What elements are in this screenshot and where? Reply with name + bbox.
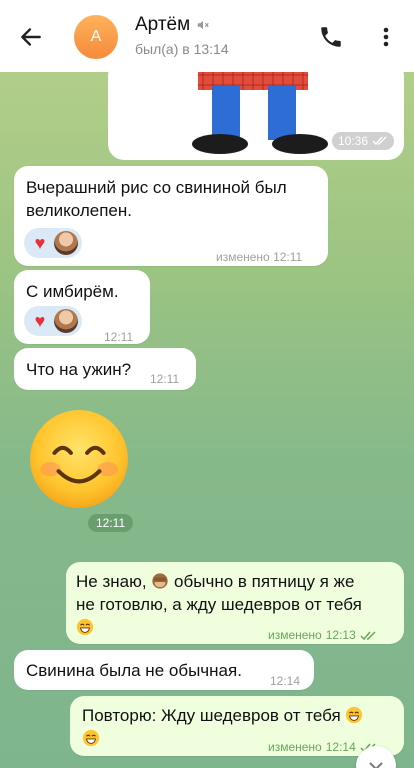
message-time: 12:14 [325, 740, 356, 754]
sticker-message[interactable]: 10:36 [108, 60, 404, 160]
message-meta: изменено 12:11 [216, 246, 302, 269]
message-time: 12:11 [273, 250, 303, 264]
message-text: Вчерашний рис со свининой был [26, 178, 287, 197]
edited-label: изменено [216, 250, 270, 264]
contact-name-text: Артём [135, 14, 191, 35]
last-seen-status: был(а) в 13:14 [135, 41, 229, 57]
arrow-left-icon[interactable] [18, 24, 44, 50]
grinning-face-icon [346, 706, 363, 724]
outgoing-message[interactable]: Не знаю, обычно в пятницу я же не готовл… [66, 562, 404, 644]
reaction-avatar [54, 231, 78, 255]
message-text: Не знаю, [76, 572, 147, 591]
reactions[interactable]: ♥ [24, 228, 82, 258]
double-check-icon [360, 630, 376, 640]
avatar[interactable]: А [74, 15, 118, 59]
smiling-face-icon[interactable] [28, 408, 130, 510]
chat-header: А Артём был(а) в 13:14 [0, 0, 414, 72]
message-text: С имбирём. [26, 282, 119, 301]
message-time: 12:11 [104, 330, 134, 344]
speaker-muted-icon [197, 20, 209, 30]
reactions[interactable]: ♥ [24, 306, 82, 336]
message-time-chip: 10:36 [331, 132, 394, 150]
chevron-down-icon [369, 762, 383, 768]
edited-label: изменено [268, 628, 322, 642]
incoming-message[interactable]: Что на ужин? 12:11 [14, 348, 196, 390]
grinning-face-icon [82, 729, 100, 747]
message-text: Свинина была не обычная. [26, 661, 242, 680]
reaction-avatar [54, 309, 78, 333]
message-text: Повторю: Жду шедевров от тебя [82, 706, 341, 725]
contact-name[interactable]: Артём [135, 14, 210, 36]
grinning-face-icon [76, 618, 94, 636]
see-no-evil-monkey-icon [152, 573, 168, 589]
heart-icon: ♥ [34, 233, 46, 253]
message-time: 10:36 [337, 134, 368, 148]
message-time: 12:11 [150, 372, 180, 386]
message-time: 12:13 [325, 628, 356, 642]
incoming-message[interactable]: Свинина была не обычная. 12:14 [14, 650, 314, 690]
incoming-message[interactable]: С имбирём. ♥ 12:11 [14, 270, 150, 344]
double-check-icon [372, 136, 387, 146]
heart-icon: ♥ [34, 311, 46, 331]
avatar-letter: А [90, 28, 102, 45]
message-meta: изменено 12:13 [268, 624, 378, 647]
message-text: Что на ужин? [26, 360, 132, 379]
outgoing-message[interactable]: Повторю: Жду шедевров от тебя изменено 1… [70, 696, 404, 756]
message-time: 12:11 [88, 514, 134, 532]
message-time: 12:14 [270, 674, 301, 688]
message-text: великолепен. [26, 201, 133, 220]
message-text: не готовлю, а жду шедевров от тебя [76, 595, 362, 614]
edited-label: изменено [268, 740, 322, 754]
more-vertical-icon[interactable] [376, 24, 396, 50]
phone-icon[interactable] [318, 24, 344, 50]
message-text: обычно в пятницу я же [174, 572, 355, 591]
incoming-message[interactable]: Вчерашний рис со свининой был великолепе… [14, 166, 328, 266]
